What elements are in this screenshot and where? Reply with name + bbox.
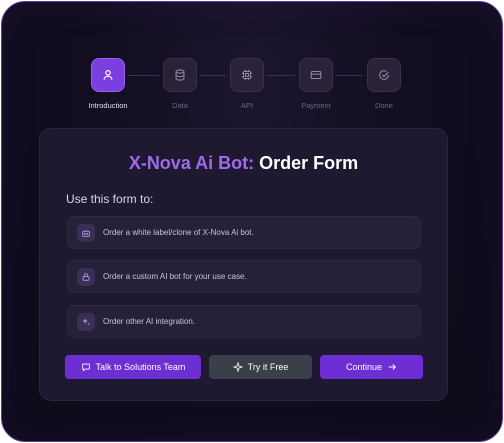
step-label: Payment (301, 101, 331, 110)
chip-icon (230, 58, 264, 92)
step-connector (335, 75, 363, 76)
option-custom-bot[interactable]: Order a custom AI bot for your use case. (67, 260, 421, 293)
try-button-label: Try it Free (247, 362, 289, 372)
step-connector (199, 75, 226, 76)
step-introduction[interactable]: Introduction (78, 58, 138, 110)
step-api[interactable]: API (217, 58, 277, 110)
sparkle-icon (232, 362, 243, 372)
continue-button-label: Continue (345, 362, 383, 372)
order-form-card: X-Nova Ai Bot: Order Form Use this form … (39, 128, 448, 401)
talk-button-label: Talk to Solutions Team (95, 362, 186, 372)
form-subtitle: Use this form to: (66, 192, 154, 206)
arrow-right-icon (388, 364, 396, 370)
user-icon (91, 58, 125, 92)
step-data[interactable]: Data (150, 58, 210, 110)
step-connector (266, 75, 295, 76)
form-title-rest: Order Form (254, 153, 359, 173)
step-label: Introduction (88, 101, 128, 110)
check-circle-icon (367, 58, 401, 92)
progress-stepper: Introduction Data API Payment Done (2, 58, 502, 118)
credit-card-icon (299, 58, 333, 92)
chat-icon (81, 363, 90, 372)
bot-icon (77, 224, 95, 242)
form-title: X-Nova Ai Bot: Order Form (40, 153, 447, 174)
option-label: Order a white label/clone of X-Nova Ai b… (103, 228, 254, 237)
step-label: API (240, 101, 254, 110)
step-payment[interactable]: Payment (286, 58, 346, 110)
sparkles-icon (77, 313, 95, 331)
app-frame: Introduction Data API Payment Done X-Nov… (1, 1, 503, 442)
step-label: Data (172, 101, 188, 110)
form-title-accent: X-Nova Ai Bot: (128, 153, 255, 173)
option-other-integration[interactable]: Order other AI integration. (67, 305, 421, 338)
try-it-free-button[interactable]: Try it Free (209, 355, 312, 379)
step-label: Done (375, 101, 393, 110)
lock-icon (77, 268, 95, 286)
database-icon (163, 58, 197, 92)
continue-button[interactable]: Continue (320, 355, 423, 379)
option-white-label[interactable]: Order a white label/clone of X-Nova Ai b… (67, 216, 421, 249)
step-connector (127, 75, 159, 76)
step-done[interactable]: Done (354, 58, 414, 110)
option-label: Order a custom AI bot for your use case. (103, 272, 247, 281)
talk-to-solutions-button[interactable]: Talk to Solutions Team (65, 355, 201, 379)
option-label: Order other AI integration. (103, 317, 196, 326)
